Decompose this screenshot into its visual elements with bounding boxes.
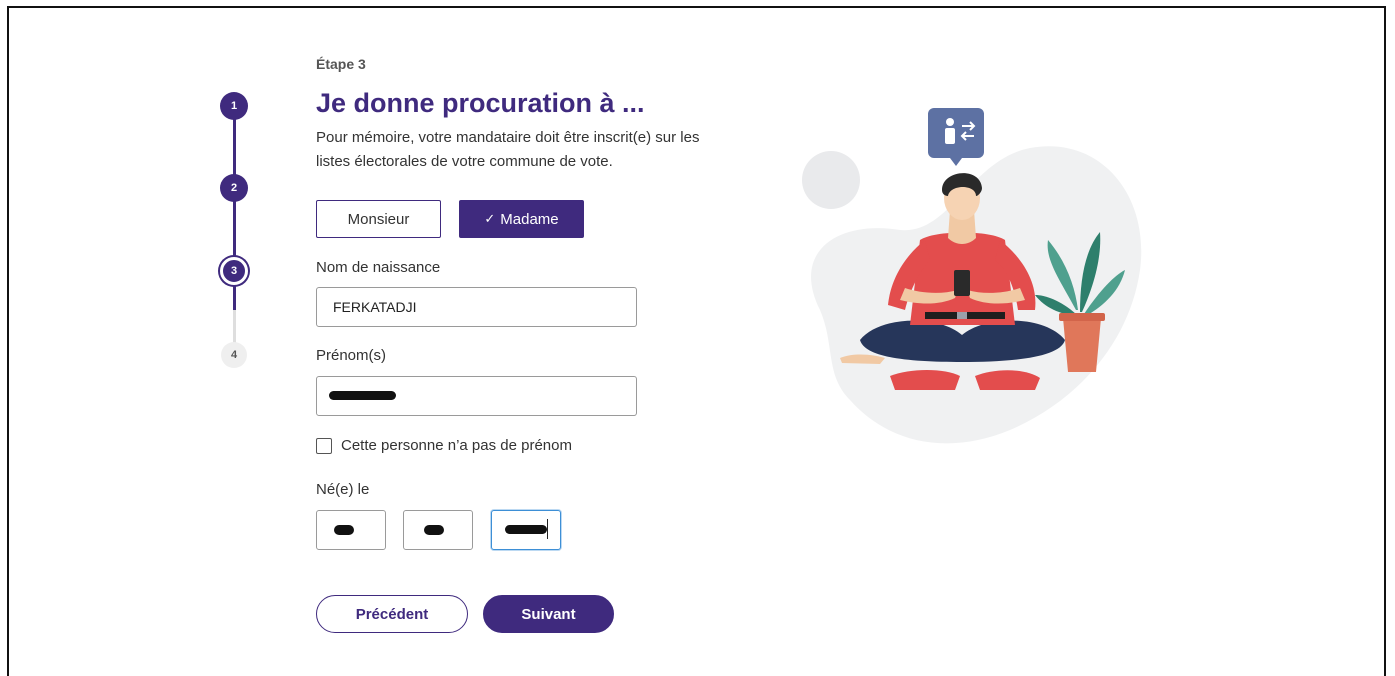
step-1: 1 [220, 92, 248, 120]
no-firstname-row[interactable]: Cette personne n’a pas de prénom [316, 437, 572, 454]
redaction-scribble [505, 525, 547, 534]
checkmark-icon: ✓ [484, 211, 496, 226]
redaction-scribble [329, 391, 396, 400]
no-firstname-checkbox[interactable] [316, 437, 332, 454]
civility-madame-label: Madame [500, 210, 559, 228]
next-button-label: Suivant [521, 605, 576, 623]
redaction-scribble [424, 525, 444, 535]
birthdate-label: Né(e) le [316, 481, 370, 498]
page-frame [7, 6, 1386, 676]
civility-monsieur-label: Monsieur [347, 210, 410, 228]
civility-monsieur-button[interactable]: Monsieur [316, 200, 441, 238]
page-title: Je donne procuration à ... [316, 88, 645, 118]
previous-button-label: Précédent [355, 605, 429, 623]
text-caret [547, 519, 548, 539]
stepper-line-todo [233, 310, 236, 344]
no-firstname-label: Cette personne n’a pas de prénom [341, 437, 572, 454]
step-2: 2 [220, 174, 248, 202]
progress-stepper: 1 2 3 4 [220, 90, 250, 380]
page-lead: Pour mémoire, votre mandataire doit être… [316, 129, 700, 170]
redaction-scribble [334, 525, 354, 535]
decorative-circle [802, 151, 860, 209]
step-eyebrow: Étape 3 [316, 56, 366, 72]
step-3-current: 3 [220, 257, 248, 285]
previous-button[interactable]: Précédent [316, 595, 468, 633]
transfer-person-icon [928, 108, 984, 166]
firstname-label: Prénom(s) [316, 347, 387, 364]
birth-name-input[interactable] [316, 287, 637, 327]
meditating-person-illustration [802, 108, 1142, 444]
next-button[interactable]: Suivant [483, 595, 614, 633]
step-4: 4 [221, 342, 247, 368]
birth-name-label: Nom de naissance [316, 259, 441, 276]
stepper-line-current [233, 288, 236, 310]
civility-madame-button[interactable]: ✓ Madame [459, 200, 584, 238]
